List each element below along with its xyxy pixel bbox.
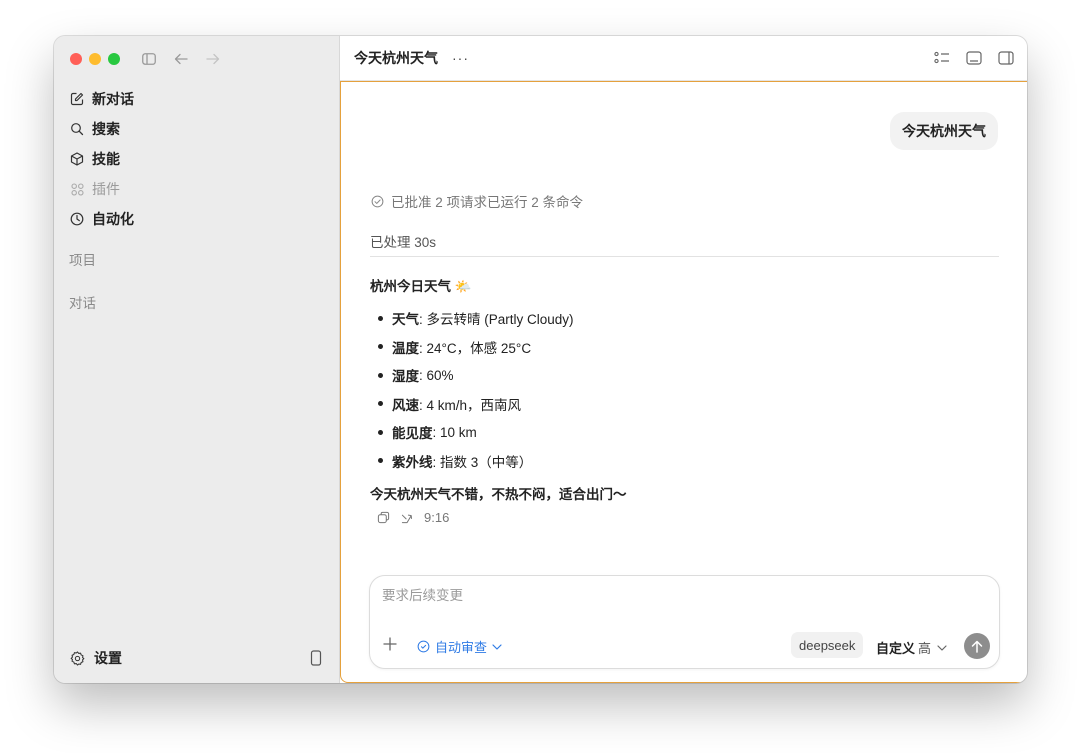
chat-area: 今天杭州天气 已批准 2 项请求已运行 2 条命令 已处理 30s 杭州今日天气…: [340, 81, 1027, 683]
titlebar-toolbar: [138, 49, 224, 69]
copy-icon[interactable]: [376, 511, 390, 525]
uv-label: 紫外线: [392, 454, 433, 470]
user-message-bubble: 今天杭州天气: [890, 112, 998, 150]
send-button[interactable]: [964, 633, 990, 659]
cube-icon: [69, 151, 85, 167]
visibility-label: 能见度: [392, 426, 433, 442]
branch-icon[interactable]: [400, 511, 414, 525]
auto-review-dropdown[interactable]: 自动审查: [416, 637, 502, 656]
sidebar: 新对话 搜索 技能 插件 自动化 项目 对话 设置: [54, 36, 339, 683]
section-chats: 对话: [69, 296, 96, 311]
sidebar-toggle-icon[interactable]: [138, 49, 160, 69]
sidebar-item-label: 搜索: [92, 121, 120, 137]
visibility-value: : 10 km: [432, 424, 477, 440]
shield-icon: [416, 640, 430, 654]
edit-icon: [69, 91, 85, 107]
temperature-value: : 24°C，体感 25°C: [419, 340, 532, 356]
processed-time[interactable]: 已处理 30s: [370, 231, 436, 251]
message-actions: 9:16: [376, 510, 449, 525]
custom-mode-label[interactable]: 自定义: [876, 638, 915, 657]
list-item: 温度: 24°C，体感 25°C: [370, 333, 574, 362]
weather-label: 天气: [392, 312, 419, 328]
settings-label: 设置: [94, 650, 122, 666]
sidebar-item-new-chat[interactable]: 新对话: [68, 84, 328, 114]
followup-input[interactable]: [382, 588, 982, 603]
section-projects: 项目: [69, 253, 96, 268]
list-item: 紫外线: 指数 3（中等）: [370, 447, 574, 476]
window-controls: [70, 53, 120, 65]
zoom-window-button[interactable]: [108, 53, 120, 65]
answer-title: 杭州今日天气 🌤️: [370, 275, 472, 295]
header-actions: [933, 49, 1015, 67]
divider: [370, 256, 999, 257]
sidebar-item-label: 新对话: [92, 91, 134, 107]
list-item: 风速: 4 km/h，西南风: [370, 390, 574, 419]
arrow-up-icon: [971, 640, 983, 653]
add-attachment-button[interactable]: [382, 636, 400, 654]
phone-icon[interactable]: [310, 650, 322, 666]
clock-icon: [69, 211, 85, 227]
list-item: 湿度: 60%: [370, 361, 574, 390]
close-window-button[interactable]: [70, 53, 82, 65]
approval-text: 已批准 2 项请求已运行 2 条命令: [391, 195, 584, 210]
main-panel: 今天杭州天气 ··· 今天杭州天气 已批准 2 项请求已运行 2 条命令 已处理…: [339, 36, 1027, 683]
gear-icon: [69, 650, 86, 667]
sidebar-nav: 新对话 搜索 技能 插件 自动化: [68, 84, 328, 234]
chevron-down-icon: [492, 642, 502, 652]
weather-list: 天气: 多云转晴 (Partly Cloudy) 温度: 24°C，体感 25°…: [370, 304, 574, 475]
sidebar-item-label: 自动化: [92, 211, 134, 227]
forward-arrow-icon[interactable]: [202, 49, 224, 69]
temperature-label: 温度: [392, 340, 419, 356]
right-panel-icon[interactable]: [997, 49, 1015, 67]
sidebar-item-label: 技能: [92, 151, 120, 167]
check-circle-icon: [370, 194, 385, 209]
list-item: 能见度: 10 km: [370, 418, 574, 447]
sidebar-item-automation[interactable]: 自动化: [68, 204, 328, 234]
wind-value: : 4 km/h，西南风: [419, 397, 522, 413]
model-selector[interactable]: deepseek: [791, 632, 864, 658]
sidebar-item-skills[interactable]: 技能: [68, 144, 328, 174]
list-item: 天气: 多云转晴 (Partly Cloudy): [370, 304, 574, 333]
message-time: 9:16: [424, 510, 450, 525]
humidity-value: : 60%: [419, 367, 454, 383]
back-arrow-icon[interactable]: [170, 49, 192, 69]
sun-cloud-emoji: 🌤️: [454, 279, 472, 294]
more-options-button[interactable]: ···: [452, 50, 469, 66]
answer-title-text: 杭州今日天气: [370, 279, 451, 294]
answer-summary: 今天杭州天气不错，不热不闷，适合出门～: [370, 487, 627, 502]
effort-level-dropdown[interactable]: 高: [918, 638, 947, 657]
effort-level-value: 高: [918, 641, 932, 656]
settings-button[interactable]: 设置: [69, 648, 122, 668]
humidity-label: 湿度: [392, 369, 419, 385]
composer: 自动审查 deepseek 自定义 高: [369, 575, 1000, 669]
terminal-panel-icon[interactable]: [965, 49, 983, 67]
chat-title: 今天杭州天气: [354, 50, 438, 66]
chevron-down-icon: [937, 643, 947, 653]
approval-status[interactable]: 已批准 2 项请求已运行 2 条命令: [370, 191, 583, 211]
sidebar-item-search[interactable]: 搜索: [68, 114, 328, 144]
search-icon: [69, 121, 85, 137]
uv-value: : 指数 3（中等）: [432, 454, 533, 470]
app-window: 新对话 搜索 技能 插件 自动化 项目 对话 设置 今天杭州天气 ··· 今天杭…: [54, 36, 1027, 683]
sidebar-item-plugins[interactable]: 插件: [68, 174, 328, 204]
minimize-window-button[interactable]: [89, 53, 101, 65]
plugin-grid-icon: [69, 181, 85, 197]
sidebar-item-label: 插件: [92, 181, 120, 197]
task-list-icon[interactable]: [933, 49, 951, 67]
wind-label: 风速: [392, 397, 419, 413]
weather-value: : 多云转晴 (Partly Cloudy): [419, 312, 574, 328]
auto-review-label: 自动审查: [435, 640, 488, 655]
chat-header: 今天杭州天气 ···: [340, 36, 1027, 81]
